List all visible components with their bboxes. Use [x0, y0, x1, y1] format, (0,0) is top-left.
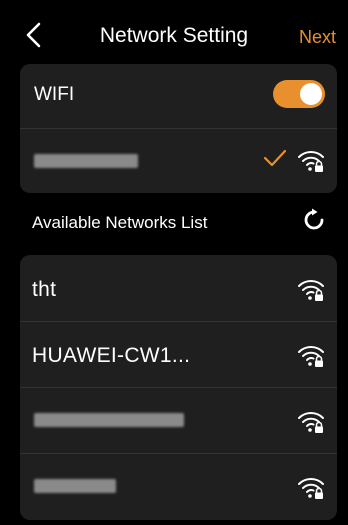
wifi-row: WIFI: [20, 64, 337, 128]
redacted-network-name: [34, 154, 138, 168]
network-setting-screen: Network Setting Next WIFI Available Netw…: [0, 0, 348, 525]
wifi-lock-icon: [298, 151, 324, 172]
check-icon: [263, 149, 287, 167]
network-name: tht: [32, 278, 57, 301]
network-item[interactable]: HUAWEI-CW1...: [20, 321, 337, 387]
available-networks-label: Available Networks List: [32, 213, 208, 232]
toggle-knob: [300, 83, 322, 105]
wifi-lock-icon: [298, 280, 324, 301]
next-button[interactable]: Next: [299, 27, 336, 48]
current-network-row[interactable]: [20, 128, 337, 192]
network-item[interactable]: [20, 387, 337, 453]
wifi-lock-icon: [298, 346, 324, 367]
network-item[interactable]: [20, 453, 337, 519]
page-title: Network Setting: [99, 24, 249, 47]
refresh-icon[interactable]: [302, 208, 326, 232]
wifi-label: WIFI: [34, 84, 75, 105]
wifi-lock-icon: [298, 478, 324, 499]
redacted-network-name: [34, 479, 116, 493]
wifi-card: WIFI: [20, 64, 337, 193]
header-bar: Network Setting Next: [0, 0, 348, 66]
available-networks-card: tht HUAWEI-CW1...: [20, 255, 337, 520]
wifi-lock-icon: [298, 412, 324, 433]
wifi-toggle[interactable]: [273, 80, 325, 108]
network-name: HUAWEI-CW1...: [32, 344, 191, 367]
network-item[interactable]: tht: [20, 255, 337, 321]
redacted-network-name: [34, 413, 184, 427]
